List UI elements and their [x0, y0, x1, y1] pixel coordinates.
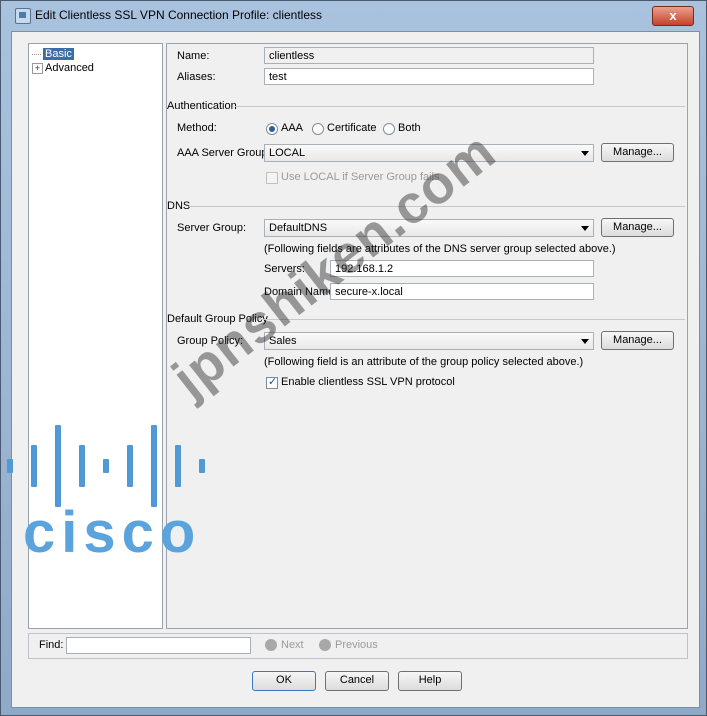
section-title: Authentication [167, 100, 237, 112]
find-label: Find: [39, 639, 64, 651]
find-input[interactable] [66, 637, 251, 654]
previous-icon [319, 639, 331, 651]
tree-item-advanced[interactable]: + Advanced [32, 61, 94, 75]
server-group-label: Server Group: [177, 222, 247, 234]
domain-name-field[interactable]: secure-x.local [330, 283, 594, 300]
method-label: Method: [177, 122, 217, 134]
find-previous-link[interactable]: Previous [335, 639, 378, 651]
method-both-label: Both [398, 122, 421, 134]
selected-value: LOCAL [269, 147, 306, 159]
title-bar: Edit Clientless SSL VPN Connection Profi… [1, 1, 706, 29]
aliases-label: Aliases: [177, 71, 216, 83]
find-next-link[interactable]: Next [281, 639, 304, 651]
dns-manage-button[interactable]: Manage... [601, 218, 674, 237]
window-title: Edit Clientless SSL VPN Connection Profi… [35, 8, 323, 22]
method-aaa-radio[interactable] [266, 123, 278, 135]
next-icon [265, 639, 277, 651]
aliases-field[interactable]: test [264, 68, 594, 85]
method-certificate-radio[interactable] [312, 123, 324, 135]
cisco-logo: cisco [3, 421, 223, 565]
cancel-button[interactable]: Cancel [325, 671, 389, 691]
dialog-body: Basic + Advanced Name: clientless Aliases… [11, 31, 700, 708]
policy-note: (Following field is an attribute of the … [264, 356, 584, 368]
dropdown-arrow-icon [581, 339, 589, 344]
help-button[interactable]: Help [398, 671, 462, 691]
enable-clientless-checkbox[interactable] [266, 375, 278, 389]
name-label: Name: [177, 50, 210, 62]
aaa-manage-button[interactable]: Manage... [601, 143, 674, 162]
tree-item-label: Basic [43, 48, 74, 60]
authentication-section: Authentication [167, 100, 687, 112]
cisco-wordmark: cisco [23, 500, 202, 565]
method-aaa-label: AAA [281, 122, 304, 134]
find-bar: Find: Next Previous [28, 633, 688, 659]
enable-clientless-label: Enable clientless SSL VPN protocol [281, 376, 455, 388]
close-button[interactable]: x [652, 6, 694, 26]
selected-value: DefaultDNS [269, 222, 328, 234]
method-certificate-label: Certificate [327, 122, 377, 134]
dialog-window: Edit Clientless SSL VPN Connection Profi… [0, 0, 707, 716]
ok-button[interactable]: OK [252, 671, 316, 691]
app-icon [15, 8, 31, 24]
policy-manage-button[interactable]: Manage... [601, 331, 674, 350]
aaa-server-group-label: AAA Server Group: [177, 147, 271, 159]
section-title: DNS [167, 200, 191, 212]
dropdown-arrow-icon [581, 151, 589, 156]
group-policy-select[interactable]: Sales [264, 332, 594, 350]
tree-item-label: Advanced [45, 62, 94, 74]
expand-icon[interactable]: + [32, 62, 43, 74]
method-both-radio[interactable] [383, 123, 395, 135]
tree-item-basic[interactable]: Basic [32, 47, 74, 61]
dropdown-arrow-icon [581, 226, 589, 231]
name-field[interactable]: clientless [264, 47, 594, 64]
use-local-checkbox[interactable] [266, 172, 278, 184]
